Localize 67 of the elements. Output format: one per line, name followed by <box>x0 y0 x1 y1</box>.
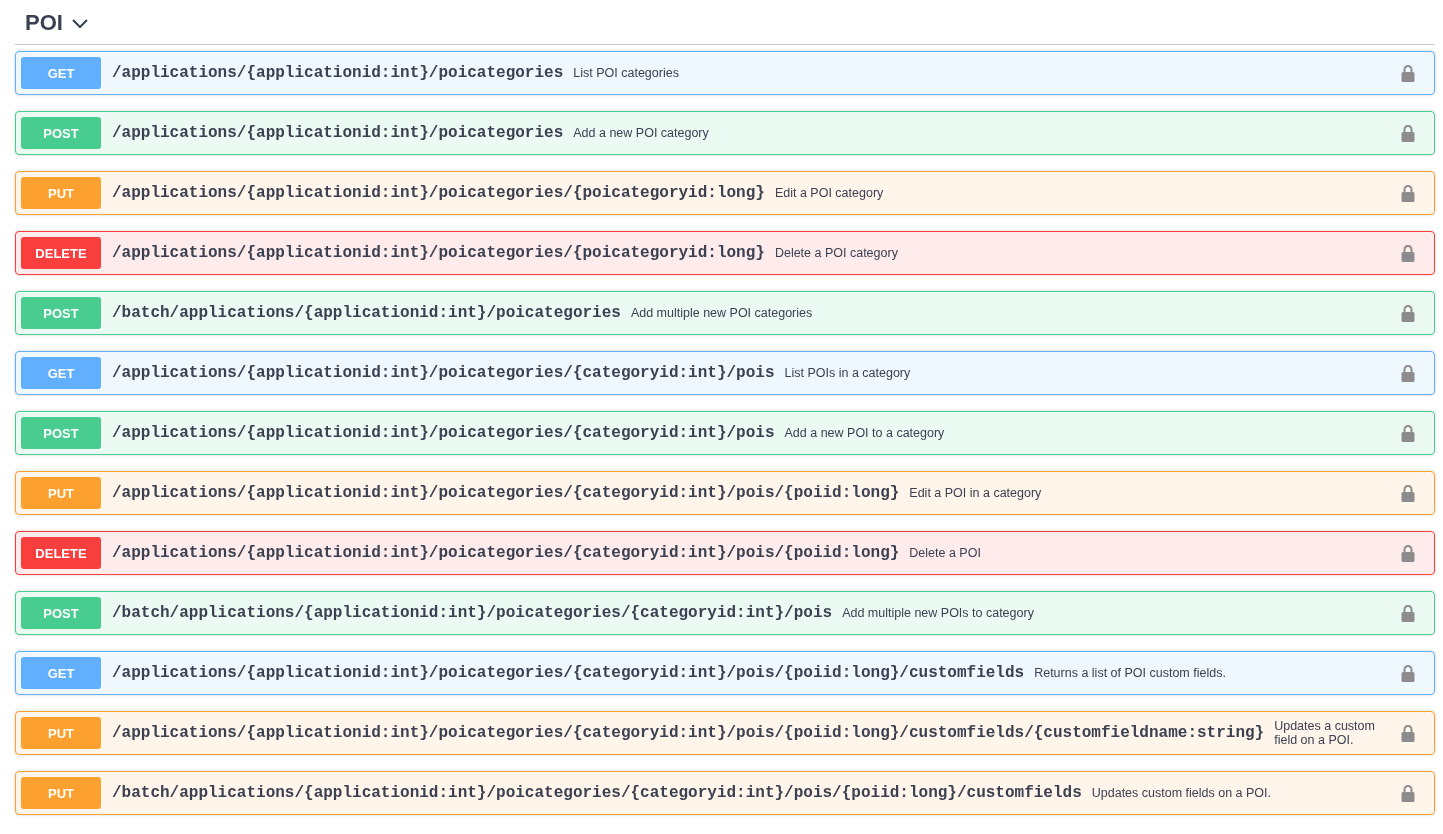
method-badge: PUT <box>21 777 101 809</box>
endpoint-path: /applications/{applicationid:int}/poicategories/{categoryid:int}/pois <box>112 364 775 382</box>
lock-icon[interactable] <box>1401 184 1415 202</box>
lock-icon[interactable] <box>1401 364 1415 382</box>
method-badge: POST <box>21 417 101 449</box>
operation-row[interactable]: PUT /batch/applications/{applicationid:int}/poicategories/{categoryid:int}/pois/{poiid:long}/customfields Updates custom fields on a POI. <box>15 771 1435 815</box>
endpoint-path: /applications/{applicationid:int}/poicategories/{categoryid:int}/pois/{poiid:long}/customfields <box>112 664 1025 682</box>
lock-icon[interactable] <box>1401 424 1415 442</box>
method-badge: POST <box>21 597 101 629</box>
endpoint-path: /applications/{applicationid:int}/poicategories/{poicategoryid:long} <box>112 184 765 202</box>
endpoint-description: Edit a POI in a category <box>909 486 1043 500</box>
method-badge: PUT <box>21 177 101 209</box>
operation-row[interactable]: DELETE /applications/{applicationid:int}/poicategories/{categoryid:int}/pois/{poiid:long} Delete a POI <box>15 531 1435 575</box>
endpoint-path: /applications/{applicationid:int}/poicategories/{poicategoryid:long} <box>112 244 765 262</box>
lock-icon[interactable] <box>1401 664 1415 682</box>
operation-row[interactable]: GET /applications/{applicationid:int}/poicategories/{categoryid:int}/pois/{poiid:long}/customfields Returns a list of POI custom fields. <box>15 651 1435 695</box>
endpoint-path: /batch/applications/{applicationid:int}/poicategories <box>112 304 621 322</box>
endpoint-path: /applications/{applicationid:int}/poicategories/{categoryid:int}/pois/{poiid:long} <box>112 544 900 562</box>
endpoint-path: /applications/{applicationid:int}/poicategories/{categoryid:int}/pois/{poiid:long} <box>112 484 900 502</box>
endpoint-path: /applications/{applicationid:int}/poicategories/{categoryid:int}/pois <box>112 424 775 442</box>
endpoint-description: Delete a POI <box>909 546 982 560</box>
lock-icon[interactable] <box>1401 244 1415 262</box>
method-badge: GET <box>21 357 101 389</box>
endpoint-description: List POIs in a category <box>784 366 912 380</box>
endpoint-description: Add multiple new POI categories <box>630 306 814 320</box>
operation-row[interactable]: POST /applications/{applicationid:int}/poicategories Add a new POI category <box>15 111 1435 155</box>
lock-icon[interactable] <box>1401 784 1415 802</box>
method-badge: PUT <box>21 477 101 509</box>
chevron-icon <box>70 17 89 29</box>
lock-icon[interactable] <box>1401 124 1415 142</box>
endpoint-description: Add a new POI to a category <box>784 426 946 440</box>
endpoint-description: Updates a custom field on a POI. <box>1274 719 1376 747</box>
endpoint-description: Edit a POI category <box>774 186 885 200</box>
method-badge: GET <box>21 57 101 89</box>
operation-row[interactable]: PUT /applications/{applicationid:int}/poicategories/{categoryid:int}/pois/{poiid:long} Edit a POI in a category <box>15 471 1435 515</box>
endpoint-path: /applications/{applicationid:int}/poicategories <box>112 64 564 82</box>
method-badge: DELETE <box>21 537 101 569</box>
method-badge: PUT <box>21 717 101 749</box>
operation-row[interactable]: POST /applications/{applicationid:int}/poicategories/{categoryid:int}/pois Add a new POI to a category <box>15 411 1435 455</box>
endpoint-description: List POI categories <box>573 66 680 80</box>
method-badge: GET <box>21 657 101 689</box>
endpoint-path: /applications/{applicationid:int}/poicategories <box>112 124 564 142</box>
lock-icon[interactable] <box>1401 64 1415 82</box>
method-badge: POST <box>21 297 101 329</box>
lock-icon[interactable] <box>1401 304 1415 322</box>
section-title: POI <box>25 10 63 36</box>
endpoint-path: /batch/applications/{applicationid:int}/poicategories/{categoryid:int}/pois/{poiid:long}/customfields <box>112 784 1082 802</box>
operation-row[interactable]: POST /batch/applications/{applicationid:int}/poicategories/{categoryid:int}/pois Add multiple new POIs to category <box>15 591 1435 635</box>
lock-icon[interactable] <box>1401 604 1415 622</box>
method-badge: DELETE <box>21 237 101 269</box>
operation-row[interactable]: POST /batch/applications/{applicationid:int}/poicategories Add multiple new POI categories <box>15 291 1435 335</box>
operation-row[interactable]: GET /applications/{applicationid:int}/poicategories List POI categories <box>15 51 1435 95</box>
method-badge: POST <box>21 117 101 149</box>
operation-row[interactable]: GET /applications/{applicationid:int}/poicategories/{categoryid:int}/pois List POIs in a category <box>15 351 1435 395</box>
endpoint-description: Updates custom fields on a POI. <box>1091 786 1273 800</box>
lock-icon[interactable] <box>1401 544 1415 562</box>
section-header[interactable]: POI <box>15 6 1435 45</box>
endpoint-description: Delete a POI category <box>774 246 899 260</box>
endpoint-path: /batch/applications/{applicationid:int}/poicategories/{categoryid:int}/pois <box>112 604 833 622</box>
endpoint-path: /applications/{applicationid:int}/poicategories/{categoryid:int}/pois/{poiid:long}/customfields/{customfieldname:string} <box>112 724 1265 742</box>
lock-icon[interactable] <box>1401 484 1415 502</box>
operation-row[interactable]: DELETE /applications/{applicationid:int}/poicategories/{poicategoryid:long} Delete a POI category <box>15 231 1435 275</box>
endpoint-description: Add multiple new POIs to category <box>842 606 1035 620</box>
endpoint-description: Returns a list of POI custom fields. <box>1034 666 1227 680</box>
endpoint-description: Add a new POI category <box>573 126 710 140</box>
lock-icon[interactable] <box>1401 724 1415 742</box>
operation-row[interactable]: PUT /applications/{applicationid:int}/poicategories/{poicategoryid:long} Edit a POI category <box>15 171 1435 215</box>
